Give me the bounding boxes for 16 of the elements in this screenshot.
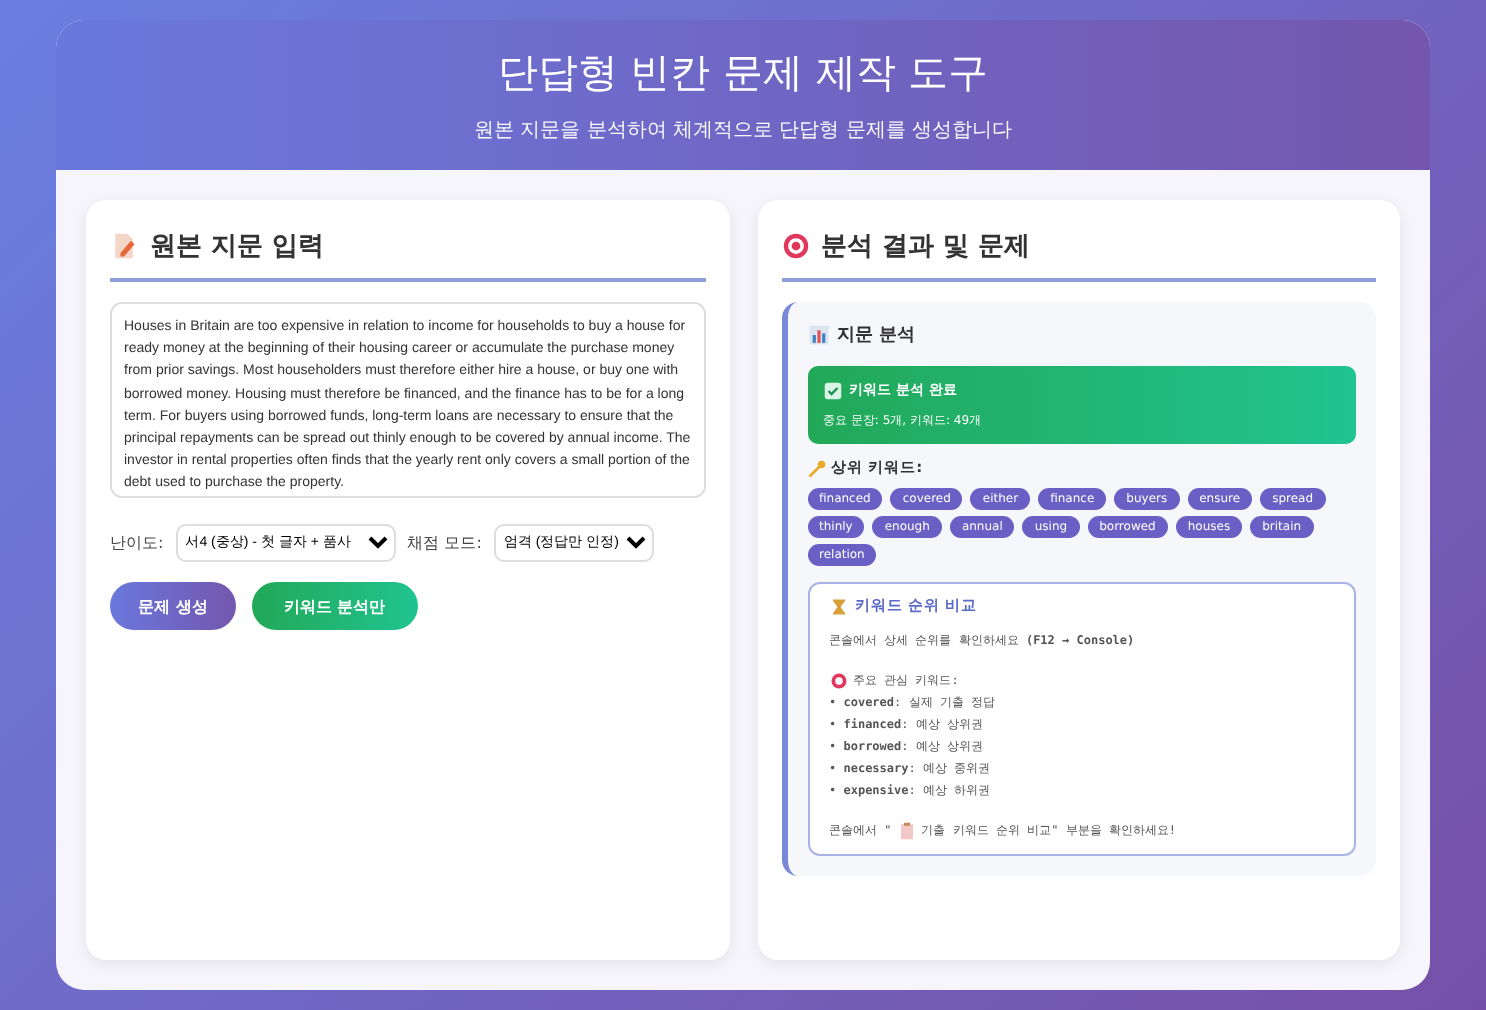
grading-label: 채점 모드:: [407, 532, 482, 554]
app-title: 단답형 빈칸 문제 제작 도구: [495, 46, 991, 100]
checkbox-icon: [823, 381, 841, 399]
app-subtitle: 원본 지문을 분석하여 체계적으로 단답형 문제를 생성합니다: [471, 118, 1015, 144]
target-icon: [829, 672, 847, 690]
generate-button[interactable]: 문제 생성: [110, 582, 236, 630]
clipboard-icon: [897, 822, 916, 840]
analysis-title: 지문 분석: [837, 324, 916, 348]
chart-icon: [807, 324, 829, 346]
panel-title: 원본 지문 입력: [150, 230, 325, 264]
difficulty-label: 난이도:: [110, 532, 164, 554]
target-icon: [781, 232, 809, 260]
panel-title: 분석 결과 및 문제: [821, 230, 1031, 264]
key-icon: [807, 459, 825, 477]
hourglass-icon: [829, 597, 847, 615]
document-icon: [110, 232, 138, 260]
